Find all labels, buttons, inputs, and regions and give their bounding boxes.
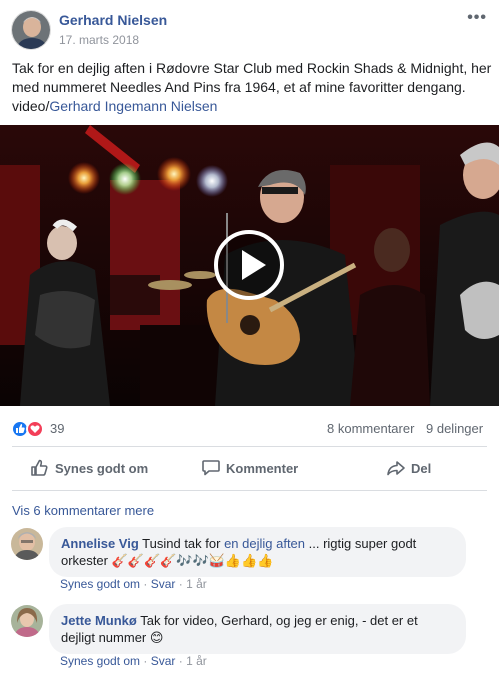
author-avatar[interactable] <box>11 10 51 50</box>
comment-button[interactable]: Kommenter <box>201 454 311 484</box>
separator-dot: · <box>143 654 148 668</box>
share-button[interactable]: Del <box>386 454 446 484</box>
view-more-comments-link[interactable]: Vis 6 kommentarer mere <box>12 503 154 518</box>
comments-count[interactable]: 8 kommentarer <box>327 421 414 436</box>
share-button-label: Del <box>411 461 432 476</box>
divider <box>12 490 487 491</box>
speech-bubble-icon <box>202 460 220 476</box>
play-icon[interactable] <box>214 230 284 300</box>
comment-like-link[interactable]: Synes godt om <box>60 654 140 668</box>
comment-bubble: Jette Munkø Tak for video, Gerhard, og j… <box>49 604 466 654</box>
tagged-user-link[interactable]: Gerhard Ingemann Nielsen <box>49 98 217 114</box>
comment-meta: Synes godt om · Svar · 1 år <box>60 577 207 591</box>
post-date[interactable]: 17. marts 2018 <box>59 33 139 47</box>
video-player[interactable] <box>0 125 499 406</box>
separator-dot: · <box>178 577 183 591</box>
reaction-count[interactable]: 39 <box>50 421 64 436</box>
comment-like-link[interactable]: Synes godt om <box>60 577 140 591</box>
comment-reply-link[interactable]: Svar <box>151 654 176 668</box>
author-name[interactable]: Gerhard Nielsen <box>59 12 167 28</box>
commenter-name[interactable]: Jette Munkø <box>61 613 137 628</box>
play-triangle <box>242 250 266 280</box>
reaction-stats: 39 8 kommentarer 9 delinger <box>0 412 499 444</box>
commenter-avatar[interactable] <box>11 605 43 637</box>
comment-time[interactable]: 1 år <box>186 654 207 668</box>
separator-dot: · <box>143 577 148 591</box>
share-arrow-icon <box>387 461 405 476</box>
comment-reply-link[interactable]: Svar <box>151 577 176 591</box>
like-button[interactable]: Synes godt om <box>30 454 170 484</box>
like-button-label: Synes godt om <box>55 461 149 476</box>
shares-count[interactable]: 9 delinger <box>426 421 483 436</box>
comment-highlight-link[interactable]: en dejlig aften <box>224 536 305 551</box>
comment-text: Tusind tak for <box>138 536 225 551</box>
comment-time[interactable]: 1 år <box>186 577 207 591</box>
love-reaction-icon[interactable] <box>26 420 44 438</box>
commenter-avatar[interactable] <box>11 528 43 560</box>
comment-bubble: Annelise Vig Tusind tak for en dejlig af… <box>49 527 466 577</box>
more-horizontal-icon[interactable]: ••• <box>467 9 487 27</box>
post-text: Tak for en dejlig aften i Rødovre Star C… <box>12 59 492 116</box>
thumbs-up-icon <box>31 459 48 476</box>
post-header: Gerhard Nielsen 17. marts 2018 ••• <box>0 0 499 56</box>
divider <box>12 446 487 447</box>
separator-dot: · <box>178 654 183 668</box>
comment-button-label: Kommenter <box>226 461 299 476</box>
comment-meta: Synes godt om · Svar · 1 år <box>60 654 207 668</box>
commenter-name[interactable]: Annelise Vig <box>61 536 139 551</box>
